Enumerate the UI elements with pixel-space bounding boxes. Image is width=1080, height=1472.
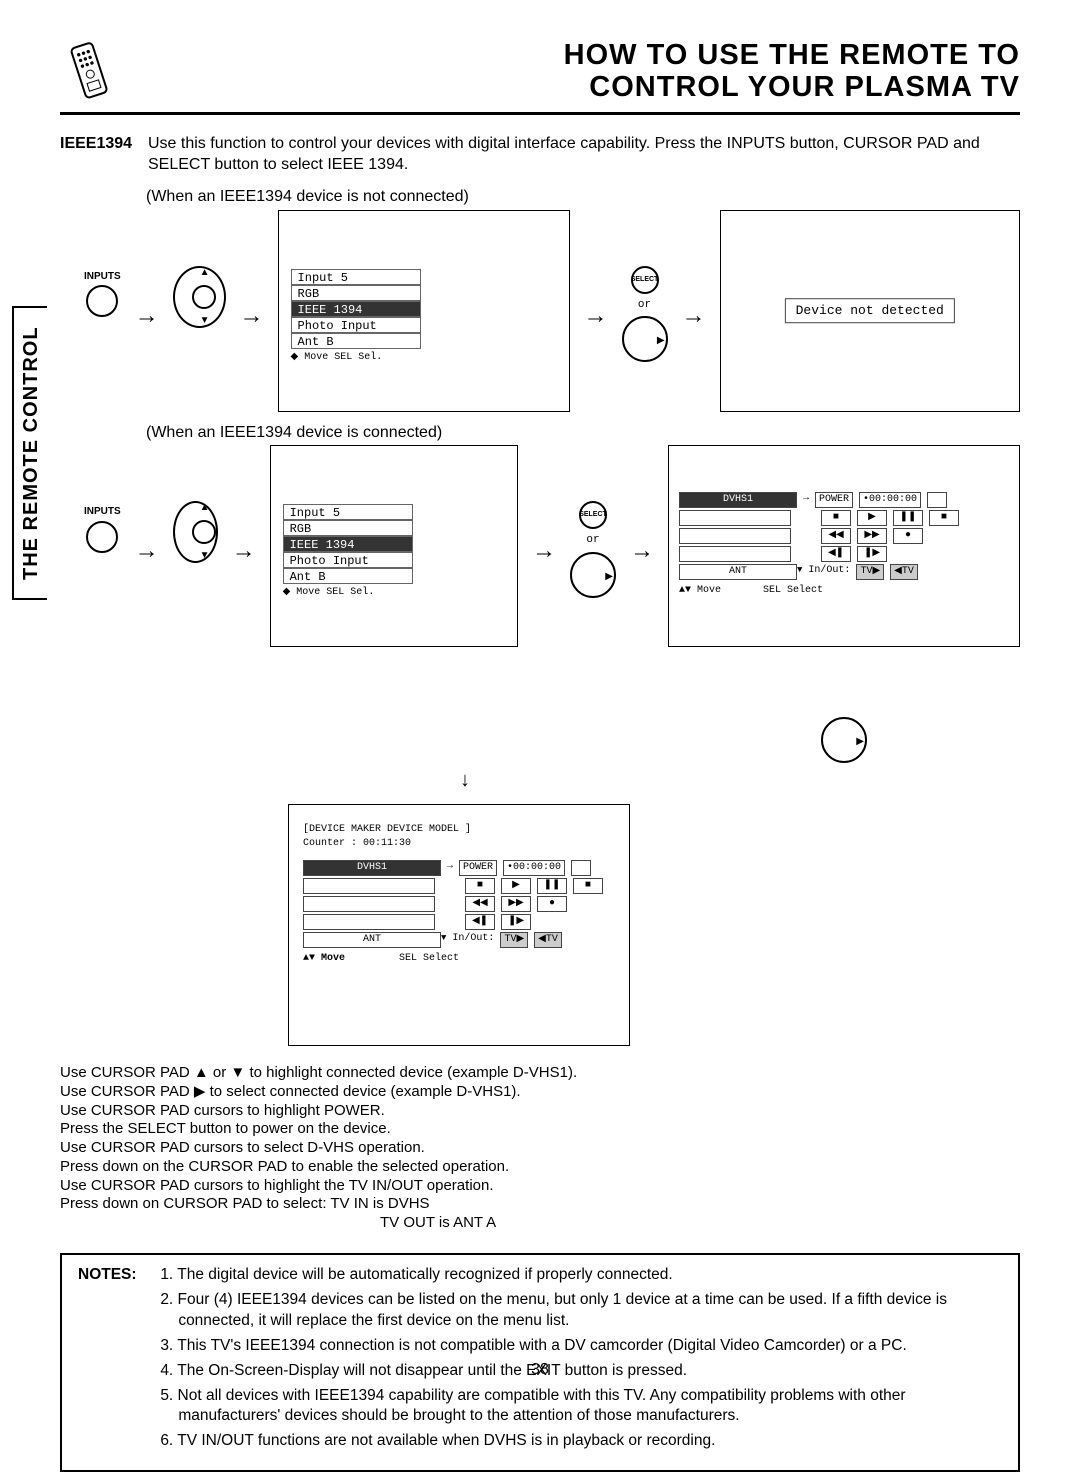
diagram-connected: INPUTS → ▲▼ → Input 5 RGB IEEE 1394 Phot… xyxy=(84,445,1020,763)
inputs-label: INPUTS xyxy=(84,270,121,284)
page-title: HOW TO USE THE REMOTE TO CONTROL YOUR PL… xyxy=(564,40,1020,104)
instructions-block: Use CURSOR PAD ▲ or ▼ to highlight conne… xyxy=(60,1064,1020,1233)
dvhs-control-panel: DVHS1 → POWER •00:00:00 ■ ▶ ❚❚ ■ ◀◀ ▶▶ ●… xyxy=(668,445,1020,647)
remote-control-icon xyxy=(60,40,120,100)
arrow-icon: → xyxy=(240,300,264,412)
cursor-pad-icon: ▲▼ xyxy=(173,501,218,563)
side-tab: THE REMOTE CONTROL xyxy=(12,306,47,600)
ieee-label: IEEE1394 xyxy=(60,133,140,176)
note-item: 5. Not all devices with IEEE1394 capabil… xyxy=(160,1386,1000,1428)
arrow-icon: → xyxy=(135,535,159,763)
ieee-paragraph: IEEE1394 Use this function to control yo… xyxy=(60,133,1020,176)
arrow-icon: → xyxy=(232,535,256,763)
note-item: 2. Four (4) IEEE1394 devices can be list… xyxy=(160,1290,1000,1332)
when-not-connected: (When an IEEE1394 device is not connecte… xyxy=(146,186,1020,208)
note-item: 1. The digital device will be automatica… xyxy=(160,1265,1000,1286)
dvhs-expanded-panel: [DEVICE MAKER DEVICE MODEL ] Counter : 0… xyxy=(288,804,630,1046)
arrow-icon: → xyxy=(682,300,706,412)
down-arrow-icon: ↓ xyxy=(460,767,470,794)
or-label: or xyxy=(638,298,651,313)
not-detected-text: Device not detected xyxy=(785,298,955,324)
select-button-icon: SELECT xyxy=(579,501,607,529)
arrow-icon: → xyxy=(630,535,654,763)
note-item: 3. This TV's IEEE1394 connection is not … xyxy=(160,1336,1000,1357)
arrow-icon: → xyxy=(584,300,608,412)
diagram-not-connected: INPUTS → ▲▼ → Input 5 RGB IEEE 1394 Phot… xyxy=(84,210,1020,412)
inputs-button-icon xyxy=(86,285,118,317)
arrow-icon: → xyxy=(135,300,159,412)
arrow-icon: → xyxy=(532,535,556,763)
cursor-pad-icon: ▲▼ xyxy=(173,266,226,328)
page-header: HOW TO USE THE REMOTE TO CONTROL YOUR PL… xyxy=(60,40,1020,115)
cursor-pad-right-icon: ▶ xyxy=(821,717,867,763)
when-connected: (When an IEEE1394 device is connected) xyxy=(146,422,1020,444)
select-button-icon: SELECT xyxy=(631,266,659,294)
note-item: 6. TV IN/OUT functions are not available… xyxy=(160,1431,1000,1452)
osd-input-menu: Input 5 RGB IEEE 1394 Photo Input Ant B … xyxy=(270,445,518,647)
page-number: 38 xyxy=(0,1361,1080,1379)
cursor-pad-right-icon: ▶ xyxy=(622,316,668,362)
ieee-desc: Use this function to control your device… xyxy=(148,133,1020,176)
notes-label: NOTES: xyxy=(78,1265,156,1286)
inputs-button-icon xyxy=(86,521,118,553)
osd-not-detected: Device not detected xyxy=(720,210,1020,412)
cursor-pad-right-icon: ▶ xyxy=(570,552,616,598)
osd-input-menu: Input 5 RGB IEEE 1394 Photo Input Ant B … xyxy=(278,210,570,412)
